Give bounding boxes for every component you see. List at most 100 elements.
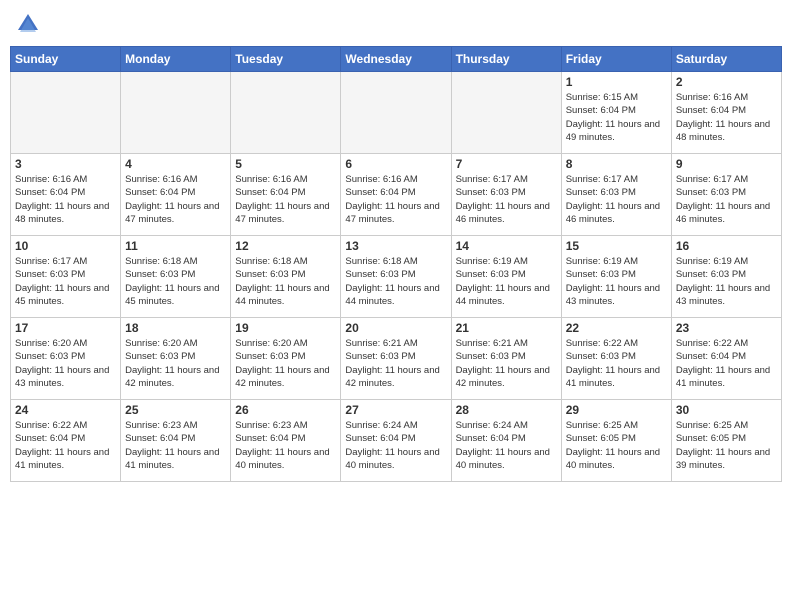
calendar-week-row: 10 Sunrise: 6:17 AMSunset: 6:03 PMDayligh… <box>11 236 782 318</box>
day-number: 4 <box>125 157 226 171</box>
day-number: 2 <box>676 75 777 89</box>
calendar-cell: 4 Sunrise: 6:16 AMSunset: 6:04 PMDaylight… <box>121 154 231 236</box>
calendar-cell: 27Sunrise: 6:24 AMSunset: 6:04 PMDayligh… <box>341 400 451 482</box>
weekday-header: Wednesday <box>341 47 451 72</box>
day-number: 1 <box>566 75 667 89</box>
day-info: Sunrise: 6:24 AMSunset: 6:04 PMDaylight:… <box>345 419 446 472</box>
calendar-cell: 23 Sunrise: 6:22 AMSunset: 6:04 PMDayligh… <box>671 318 781 400</box>
calendar-cell: 16Sunrise: 6:19 AMSunset: 6:03 PMDayligh… <box>671 236 781 318</box>
day-number: 10 <box>15 239 116 253</box>
day-number: 13 <box>345 239 446 253</box>
calendar-cell: 14 Sunrise: 6:19 AMSunset: 6:03 PMDayligh… <box>451 236 561 318</box>
day-info: Sunrise: 6:20 AMSunset: 6:03 PMDaylight:… <box>235 337 336 390</box>
calendar-cell: 13 Sunrise: 6:18 AMSunset: 6:03 PMDayligh… <box>341 236 451 318</box>
day-number: 8 <box>566 157 667 171</box>
day-number: 30 <box>676 403 777 417</box>
day-info: Sunrise: 6:17 AMSunset: 6:03 PMDaylight:… <box>456 173 557 226</box>
calendar-header-row: SundayMondayTuesdayWednesdayThursdayFrid… <box>11 47 782 72</box>
day-info: Sunrise: 6:23 AMSunset: 6:04 PMDaylight:… <box>235 419 336 472</box>
weekday-header: Friday <box>561 47 671 72</box>
day-number: 11 <box>125 239 226 253</box>
day-number: 23 <box>676 321 777 335</box>
calendar-cell: 15 Sunrise: 6:19 AMSunset: 6:03 PMDayligh… <box>561 236 671 318</box>
day-number: 6 <box>345 157 446 171</box>
day-number: 14 <box>456 239 557 253</box>
day-info: Sunrise: 6:19 AMSunset: 6:03 PMDaylight:… <box>566 255 667 308</box>
day-number: 22 <box>566 321 667 335</box>
day-number: 18 <box>125 321 226 335</box>
calendar-cell: 17 Sunrise: 6:20 AMSunset: 6:03 PMDayligh… <box>11 318 121 400</box>
day-info: Sunrise: 6:22 AMSunset: 6:04 PMDaylight:… <box>15 419 116 472</box>
day-number: 29 <box>566 403 667 417</box>
calendar-cell: 30 Sunrise: 6:25 AMSunset: 6:05 PMDayligh… <box>671 400 781 482</box>
page-header <box>10 10 782 38</box>
day-number: 25 <box>125 403 226 417</box>
day-number: 17 <box>15 321 116 335</box>
calendar-cell: 1 Sunrise: 6:15 AMSunset: 6:04 PMDaylight… <box>561 72 671 154</box>
weekday-header: Saturday <box>671 47 781 72</box>
day-info: Sunrise: 6:16 AMSunset: 6:04 PMDaylight:… <box>15 173 116 226</box>
day-info: Sunrise: 6:20 AMSunset: 6:03 PMDaylight:… <box>15 337 116 390</box>
weekday-header: Tuesday <box>231 47 341 72</box>
day-number: 20 <box>345 321 446 335</box>
day-info: Sunrise: 6:21 AMSunset: 6:03 PMDaylight:… <box>345 337 446 390</box>
day-info: Sunrise: 6:19 AMSunset: 6:03 PMDaylight:… <box>456 255 557 308</box>
day-info: Sunrise: 6:17 AMSunset: 6:03 PMDaylight:… <box>676 173 777 226</box>
day-number: 16 <box>676 239 777 253</box>
weekday-header: Sunday <box>11 47 121 72</box>
day-info: Sunrise: 6:23 AMSunset: 6:04 PMDaylight:… <box>125 419 226 472</box>
calendar-week-row: 24 Sunrise: 6:22 AMSunset: 6:04 PMDayligh… <box>11 400 782 482</box>
day-info: Sunrise: 6:18 AMSunset: 6:03 PMDaylight:… <box>125 255 226 308</box>
day-info: Sunrise: 6:22 AMSunset: 6:03 PMDaylight:… <box>566 337 667 390</box>
day-info: Sunrise: 6:16 AMSunset: 6:04 PMDaylight:… <box>345 173 446 226</box>
calendar-cell: 28Sunrise: 6:24 AMSunset: 6:04 PMDayligh… <box>451 400 561 482</box>
calendar-cell: 20 Sunrise: 6:21 AMSunset: 6:03 PMDayligh… <box>341 318 451 400</box>
day-number: 12 <box>235 239 336 253</box>
calendar-cell <box>231 72 341 154</box>
calendar-week-row: 3 Sunrise: 6:16 AMSunset: 6:04 PMDaylight… <box>11 154 782 236</box>
day-info: Sunrise: 6:18 AMSunset: 6:03 PMDaylight:… <box>235 255 336 308</box>
day-info: Sunrise: 6:25 AMSunset: 6:05 PMDaylight:… <box>566 419 667 472</box>
calendar-cell: 9 Sunrise: 6:17 AMSunset: 6:03 PMDaylight… <box>671 154 781 236</box>
calendar-cell: 11 Sunrise: 6:18 AMSunset: 6:03 PMDayligh… <box>121 236 231 318</box>
calendar-cell: 29 Sunrise: 6:25 AMSunset: 6:05 PMDayligh… <box>561 400 671 482</box>
day-info: Sunrise: 6:16 AMSunset: 6:04 PMDaylight:… <box>125 173 226 226</box>
day-number: 21 <box>456 321 557 335</box>
day-number: 3 <box>15 157 116 171</box>
calendar-cell: 18Sunrise: 6:20 AMSunset: 6:03 PMDayligh… <box>121 318 231 400</box>
logo-icon <box>14 10 42 38</box>
calendar-cell: 22 Sunrise: 6:22 AMSunset: 6:03 PMDayligh… <box>561 318 671 400</box>
day-number: 15 <box>566 239 667 253</box>
calendar-cell: 3 Sunrise: 6:16 AMSunset: 6:04 PMDaylight… <box>11 154 121 236</box>
day-info: Sunrise: 6:24 AMSunset: 6:04 PMDaylight:… <box>456 419 557 472</box>
calendar-cell: 10 Sunrise: 6:17 AMSunset: 6:03 PMDayligh… <box>11 236 121 318</box>
calendar-cell <box>451 72 561 154</box>
day-info: Sunrise: 6:16 AMSunset: 6:04 PMDaylight:… <box>235 173 336 226</box>
day-info: Sunrise: 6:16 AMSunset: 6:04 PMDaylight:… <box>676 91 777 144</box>
calendar-cell: 5 Sunrise: 6:16 AMSunset: 6:04 PMDaylight… <box>231 154 341 236</box>
calendar-cell: 19Sunrise: 6:20 AMSunset: 6:03 PMDayligh… <box>231 318 341 400</box>
calendar-cell <box>11 72 121 154</box>
calendar-cell: 21 Sunrise: 6:21 AMSunset: 6:03 PMDayligh… <box>451 318 561 400</box>
calendar-cell: 2 Sunrise: 6:16 AMSunset: 6:04 PMDaylight… <box>671 72 781 154</box>
calendar-cell: 6 Sunrise: 6:16 AMSunset: 6:04 PMDaylight… <box>341 154 451 236</box>
calendar-cell: 26 Sunrise: 6:23 AMSunset: 6:04 PMDayligh… <box>231 400 341 482</box>
calendar-cell <box>121 72 231 154</box>
day-info: Sunrise: 6:18 AMSunset: 6:03 PMDaylight:… <box>345 255 446 308</box>
day-info: Sunrise: 6:21 AMSunset: 6:03 PMDaylight:… <box>456 337 557 390</box>
day-number: 24 <box>15 403 116 417</box>
calendar-week-row: 17 Sunrise: 6:20 AMSunset: 6:03 PMDayligh… <box>11 318 782 400</box>
calendar-cell: 24 Sunrise: 6:22 AMSunset: 6:04 PMDayligh… <box>11 400 121 482</box>
day-number: 5 <box>235 157 336 171</box>
day-info: Sunrise: 6:25 AMSunset: 6:05 PMDaylight:… <box>676 419 777 472</box>
calendar: SundayMondayTuesdayWednesdayThursdayFrid… <box>10 46 782 482</box>
day-number: 26 <box>235 403 336 417</box>
day-info: Sunrise: 6:17 AMSunset: 6:03 PMDaylight:… <box>15 255 116 308</box>
calendar-cell: 7Sunrise: 6:17 AMSunset: 6:03 PMDaylight… <box>451 154 561 236</box>
logo <box>14 10 46 38</box>
day-number: 9 <box>676 157 777 171</box>
day-info: Sunrise: 6:22 AMSunset: 6:04 PMDaylight:… <box>676 337 777 390</box>
day-info: Sunrise: 6:15 AMSunset: 6:04 PMDaylight:… <box>566 91 667 144</box>
weekday-header: Monday <box>121 47 231 72</box>
calendar-cell: 8Sunrise: 6:17 AMSunset: 6:03 PMDaylight… <box>561 154 671 236</box>
